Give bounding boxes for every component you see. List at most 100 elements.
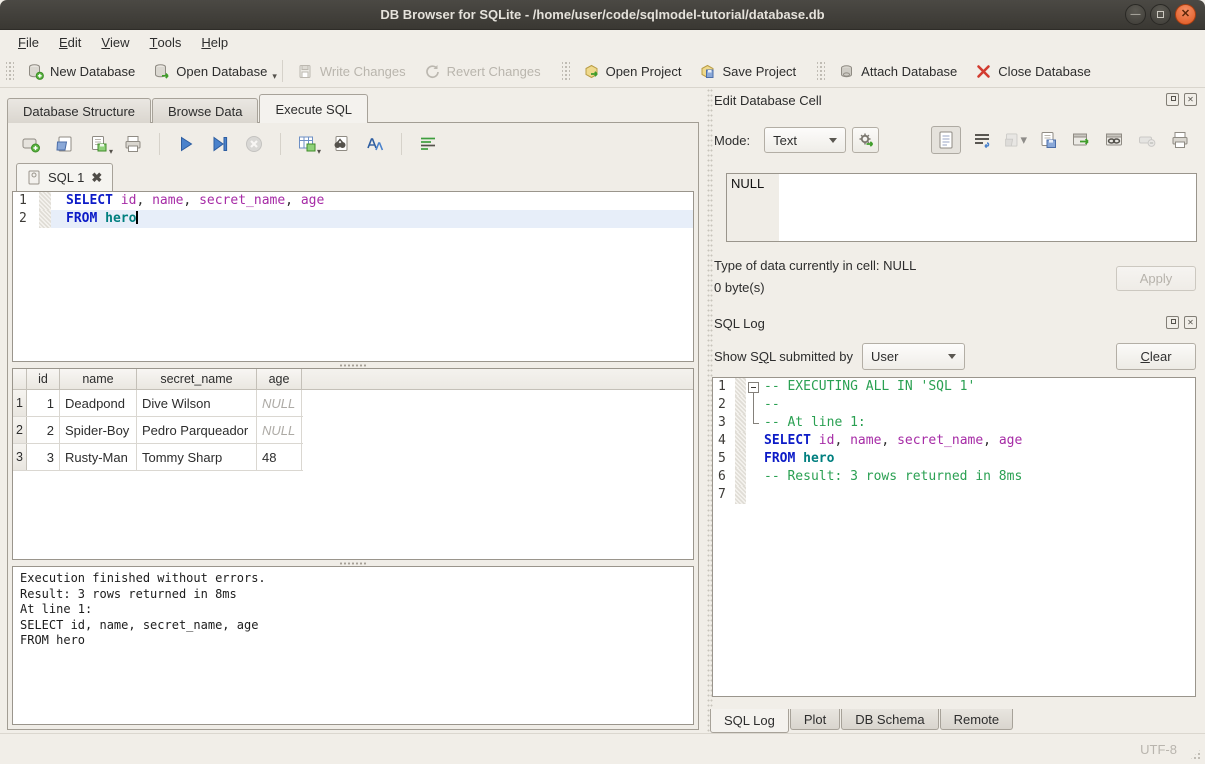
- title-bar[interactable]: DB Browser for SQLite - /home/user/code/…: [0, 0, 1205, 30]
- open-database-button[interactable]: Open Database: [144, 58, 276, 85]
- resize-grip[interactable]: [1189, 748, 1202, 761]
- close-panel-icon[interactable]: ✕: [1184, 93, 1197, 106]
- code-line[interactable]: 5FROM hero: [713, 450, 1195, 468]
- sql-editor[interactable]: 1SELECT id, name, secret_name, age2FROM …: [12, 191, 694, 362]
- toolbar-drag-handle[interactable]: [562, 60, 570, 82]
- stop-button: [241, 131, 267, 157]
- table-cell[interactable]: Deadpond: [60, 390, 137, 416]
- column-header-secret_name[interactable]: secret_name: [137, 369, 257, 389]
- toolbar-drag-handle[interactable]: [6, 60, 14, 82]
- code-line[interactable]: 1SELECT id, name, secret_name, age: [13, 192, 693, 210]
- dock-tab-remote[interactable]: Remote: [940, 709, 1014, 730]
- table-cell[interactable]: Rusty-Man: [60, 444, 137, 470]
- code-line[interactable]: 4SELECT id, name, secret_name, age: [713, 432, 1195, 450]
- tab-execute-sql[interactable]: Execute SQL: [259, 94, 368, 123]
- dock-tab-sql-log[interactable]: SQL Log: [710, 709, 789, 733]
- results-body: 11DeadpondDive WilsonNULL22Spider-BoyPed…: [13, 390, 693, 471]
- table-cell[interactable]: 1: [27, 390, 60, 416]
- auto-format-button[interactable]: [362, 131, 388, 157]
- table-cell[interactable]: Spider-Boy: [60, 417, 137, 443]
- menu-item-file[interactable]: File: [8, 30, 49, 55]
- table-cell[interactable]: 48: [257, 444, 302, 470]
- sql-log-view[interactable]: 1-- EXECUTING ALL IN 'SQL 1'2--3-- At li…: [712, 377, 1196, 697]
- cell-editor[interactable]: NULL: [726, 173, 1197, 242]
- tab-browse-data[interactable]: Browse Data: [152, 98, 258, 123]
- attach-database-label: Attach Database: [861, 64, 957, 79]
- code-line[interactable]: 1-- EXECUTING ALL IN 'SQL 1': [713, 378, 1195, 396]
- close-button[interactable]: ✕: [1175, 4, 1196, 25]
- execute-current-line-button[interactable]: [207, 131, 233, 157]
- close-database-button[interactable]: Close Database: [966, 58, 1100, 85]
- submitted-by-combo[interactable]: User: [862, 343, 965, 370]
- execution-message[interactable]: Execution finished without errors. Resul…: [12, 566, 694, 725]
- sql-file-tab[interactable]: SQL 1 ✖: [16, 163, 113, 191]
- find-button[interactable]: [328, 131, 354, 157]
- new-database-button[interactable]: New Database: [18, 58, 144, 85]
- auto-switch-mode-button[interactable]: [852, 127, 879, 153]
- code-line[interactable]: 6-- Result: 3 rows returned in 8ms: [713, 468, 1195, 486]
- row-header[interactable]: 3: [13, 444, 27, 470]
- table-cell[interactable]: 2: [27, 417, 60, 443]
- toolbar-separator: [159, 133, 160, 155]
- clear-button[interactable]: Clear: [1116, 343, 1196, 370]
- fold-collapse-icon[interactable]: [746, 378, 761, 396]
- row-header[interactable]: 2: [13, 417, 27, 443]
- corner-header-cell[interactable]: [13, 369, 27, 389]
- print-button[interactable]: [120, 131, 146, 157]
- tab-database-structure[interactable]: Database Structure: [7, 98, 151, 123]
- mode-combo[interactable]: Text: [764, 127, 846, 153]
- table-cell[interactable]: Tommy Sharp: [137, 444, 257, 470]
- export-data-button[interactable]: [1036, 127, 1060, 153]
- cell-type-info: Type of data currently in cell: NULL: [714, 258, 916, 273]
- word-wrap-icon[interactable]: [970, 127, 994, 153]
- line-number: 2: [713, 396, 735, 414]
- table-cell[interactable]: 3: [27, 444, 60, 470]
- fold-margin: [735, 468, 746, 486]
- code-line[interactable]: 3-- At line 1:: [713, 414, 1195, 432]
- row-header[interactable]: 1: [13, 390, 27, 416]
- float-panel-icon[interactable]: [1166, 316, 1179, 329]
- toolbar-drag-handle[interactable]: [817, 60, 825, 82]
- word-wrap-button[interactable]: [415, 131, 441, 157]
- execute-all-button[interactable]: [173, 131, 199, 157]
- dock-tab-db-schema[interactable]: DB Schema: [841, 709, 938, 730]
- table-cell[interactable]: NULL: [257, 417, 302, 443]
- open-in-external-button[interactable]: [1069, 127, 1093, 153]
- open-project-button[interactable]: Open Project: [574, 58, 691, 85]
- new-sql-tab-button[interactable]: [18, 131, 44, 157]
- print-cell-button[interactable]: [1168, 127, 1192, 153]
- float-panel-icon[interactable]: [1166, 93, 1179, 106]
- column-header-age[interactable]: age: [257, 369, 302, 389]
- save-project-button[interactable]: Save Project: [690, 58, 805, 85]
- results-table[interactable]: idnamesecret_nameage 11DeadpondDive Wils…: [12, 368, 694, 560]
- code-line[interactable]: 2--: [713, 396, 1195, 414]
- cell-value: NULL: [731, 176, 764, 191]
- table-cell[interactable]: Pedro Parqueador: [137, 417, 257, 443]
- minimize-button[interactable]: —: [1125, 4, 1146, 25]
- save-results-dropdown-arrow[interactable]: ▾: [317, 147, 321, 156]
- code-text: SELECT id, name, secret_name, age: [761, 432, 1195, 450]
- save-sql-file-button[interactable]: ▾: [86, 131, 112, 157]
- fold-margin: [735, 432, 746, 450]
- maximize-button[interactable]: [1150, 4, 1171, 25]
- table-cell[interactable]: Dive Wilson: [137, 390, 257, 416]
- menu-item-view[interactable]: View: [91, 30, 139, 55]
- menu-item-help[interactable]: Help: [191, 30, 238, 55]
- close-sql-tab-icon[interactable]: ✖: [91, 170, 102, 186]
- code-line[interactable]: 2FROM hero: [13, 210, 693, 228]
- save-results-button[interactable]: ▾: [294, 131, 320, 157]
- save-sql-dropdown-arrow[interactable]: ▾: [109, 147, 113, 156]
- dock-tab-plot[interactable]: Plot: [790, 709, 840, 730]
- column-header-id[interactable]: id: [27, 369, 60, 389]
- menu-item-edit[interactable]: Edit: [49, 30, 91, 55]
- attach-database-button[interactable]: Attach Database: [829, 58, 966, 85]
- table-cell[interactable]: NULL: [257, 390, 302, 416]
- code-line[interactable]: 7: [713, 486, 1195, 504]
- open-database-dropdown-arrow[interactable]: ▾: [272, 71, 277, 82]
- edit-link-button[interactable]: [1102, 127, 1126, 153]
- close-panel-icon[interactable]: ✕: [1184, 316, 1197, 329]
- text-mode-button[interactable]: [931, 126, 961, 154]
- open-sql-file-button[interactable]: [52, 131, 78, 157]
- menu-item-tools[interactable]: Tools: [140, 30, 192, 55]
- column-header-name[interactable]: name: [60, 369, 137, 389]
